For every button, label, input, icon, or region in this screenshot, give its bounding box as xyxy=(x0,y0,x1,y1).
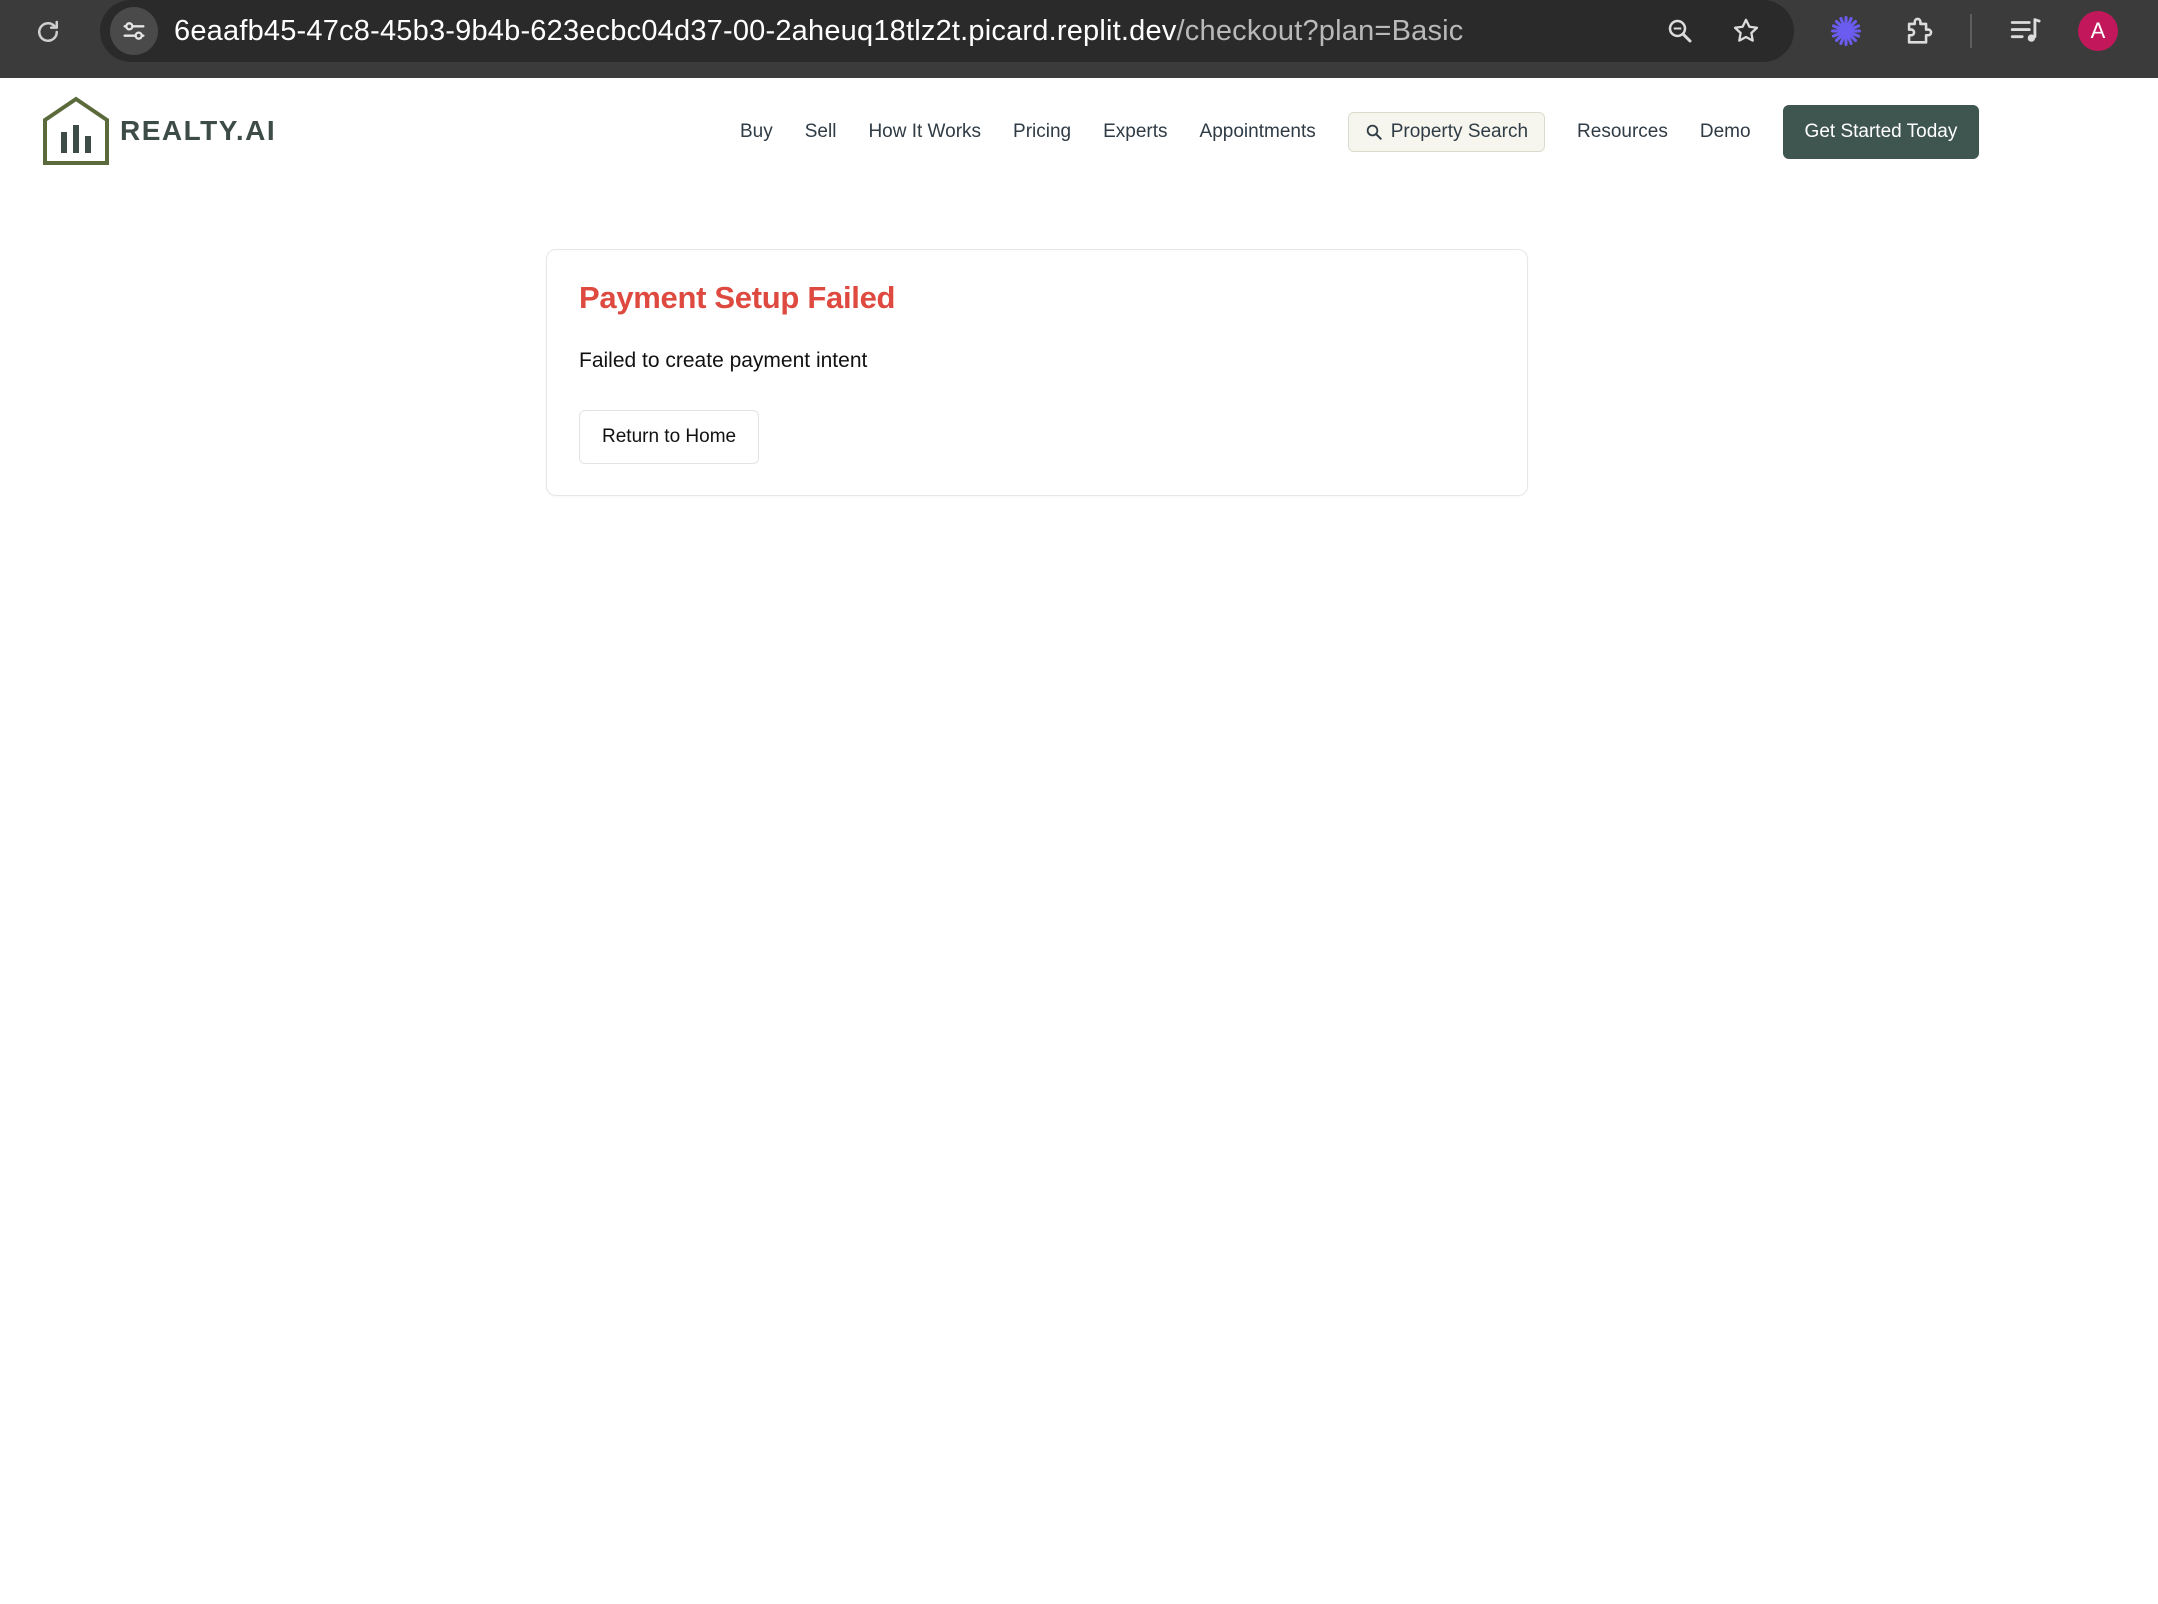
address-bar[interactable]: 6eaafb45-47c8-45b3-9b4b-623ecbc04d37-00-… xyxy=(100,0,1794,62)
zoom-icon[interactable] xyxy=(1662,13,1698,49)
nav-pricing[interactable]: Pricing xyxy=(1013,121,1071,143)
error-message: Failed to create payment intent xyxy=(579,349,868,372)
logo[interactable]: REALTY.AI xyxy=(42,96,276,166)
media-queue-icon[interactable] xyxy=(2006,12,2044,50)
logo-text: REALTY.AI xyxy=(120,115,277,146)
payment-error-card: Payment Setup Failed Failed to create pa… xyxy=(546,249,1528,496)
reload-icon[interactable] xyxy=(30,14,66,50)
extension-gear-icon[interactable] xyxy=(1827,12,1865,50)
profile-avatar[interactable]: A xyxy=(2078,11,2118,51)
nav-how-it-works[interactable]: How It Works xyxy=(868,121,981,143)
error-title: Payment Setup Failed xyxy=(579,280,896,315)
toolbar-separator xyxy=(1970,14,1972,48)
nav-buy[interactable]: Buy xyxy=(740,121,773,143)
nav-appointments[interactable]: Appointments xyxy=(1200,121,1316,143)
extensions-puzzle-icon[interactable] xyxy=(1900,12,1938,50)
bookmark-star-icon[interactable] xyxy=(1728,13,1764,49)
site-info-icon[interactable] xyxy=(110,7,158,55)
url-host: 6eaafb45-47c8-45b3-9b4b-623ecbc04d37-00-… xyxy=(174,14,1177,47)
get-started-button[interactable]: Get Started Today xyxy=(1782,105,1980,159)
search-icon xyxy=(1366,124,1382,140)
property-search-label: Property Search xyxy=(1390,121,1529,142)
avatar-letter: A xyxy=(2090,18,2106,43)
nav-resources[interactable]: Resources xyxy=(1577,121,1668,143)
url-path: /checkout?plan=Basic xyxy=(1176,14,1464,47)
house-chart-logo-icon xyxy=(43,96,109,165)
nav-experts[interactable]: Experts xyxy=(1103,121,1167,143)
return-home-button[interactable]: Return to Home xyxy=(579,410,760,464)
url-text[interactable]: 6eaafb45-47c8-45b3-9b4b-623ecbc04d37-00-… xyxy=(174,15,1463,48)
main-nav: Buy Sell How It Works Pricing Experts Ap… xyxy=(740,78,1980,186)
nav-demo[interactable]: Demo xyxy=(1700,121,1751,143)
property-search-button[interactable]: Property Search xyxy=(1347,112,1546,152)
site-header: REALTY.AI Buy Sell How It Works Pricing … xyxy=(0,78,2158,186)
nav-sell[interactable]: Sell xyxy=(805,121,837,143)
browser-toolbar: 6eaafb45-47c8-45b3-9b4b-623ecbc04d37-00-… xyxy=(0,0,2158,78)
